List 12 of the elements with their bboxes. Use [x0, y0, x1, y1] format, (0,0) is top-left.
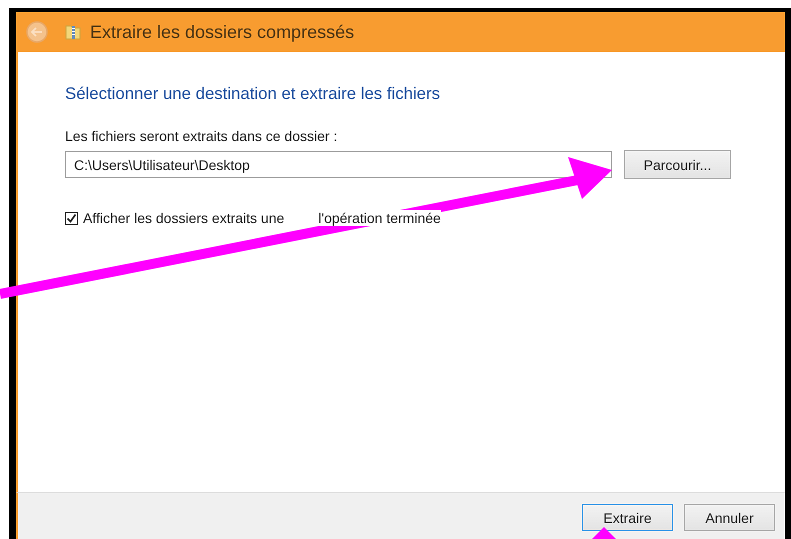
checkbox-label: l'opération terminée [318, 210, 441, 226]
zip-folder-icon [64, 23, 82, 41]
checkbox-label: Afficher les dossiers extraits une [83, 210, 284, 226]
default-button[interactable]: Extraire [582, 504, 673, 531]
dialog-heading: Sélectionner une destination et extraire les fichiers [65, 84, 440, 104]
window-title: Extraire les dossiers compressés [90, 22, 354, 42]
checkbox[interactable] [65, 212, 78, 224]
dialog-button[interactable]: Annuler [684, 504, 775, 531]
annotation-arrow [592, 527, 616, 539]
browse-button[interactable]: Parcourir... [624, 150, 731, 179]
destination-field[interactable]: C:\Users\Utilisateur\Desktop [65, 151, 612, 178]
destination-label: Les fichiers seront extraits dans ce dossier : [65, 128, 338, 144]
